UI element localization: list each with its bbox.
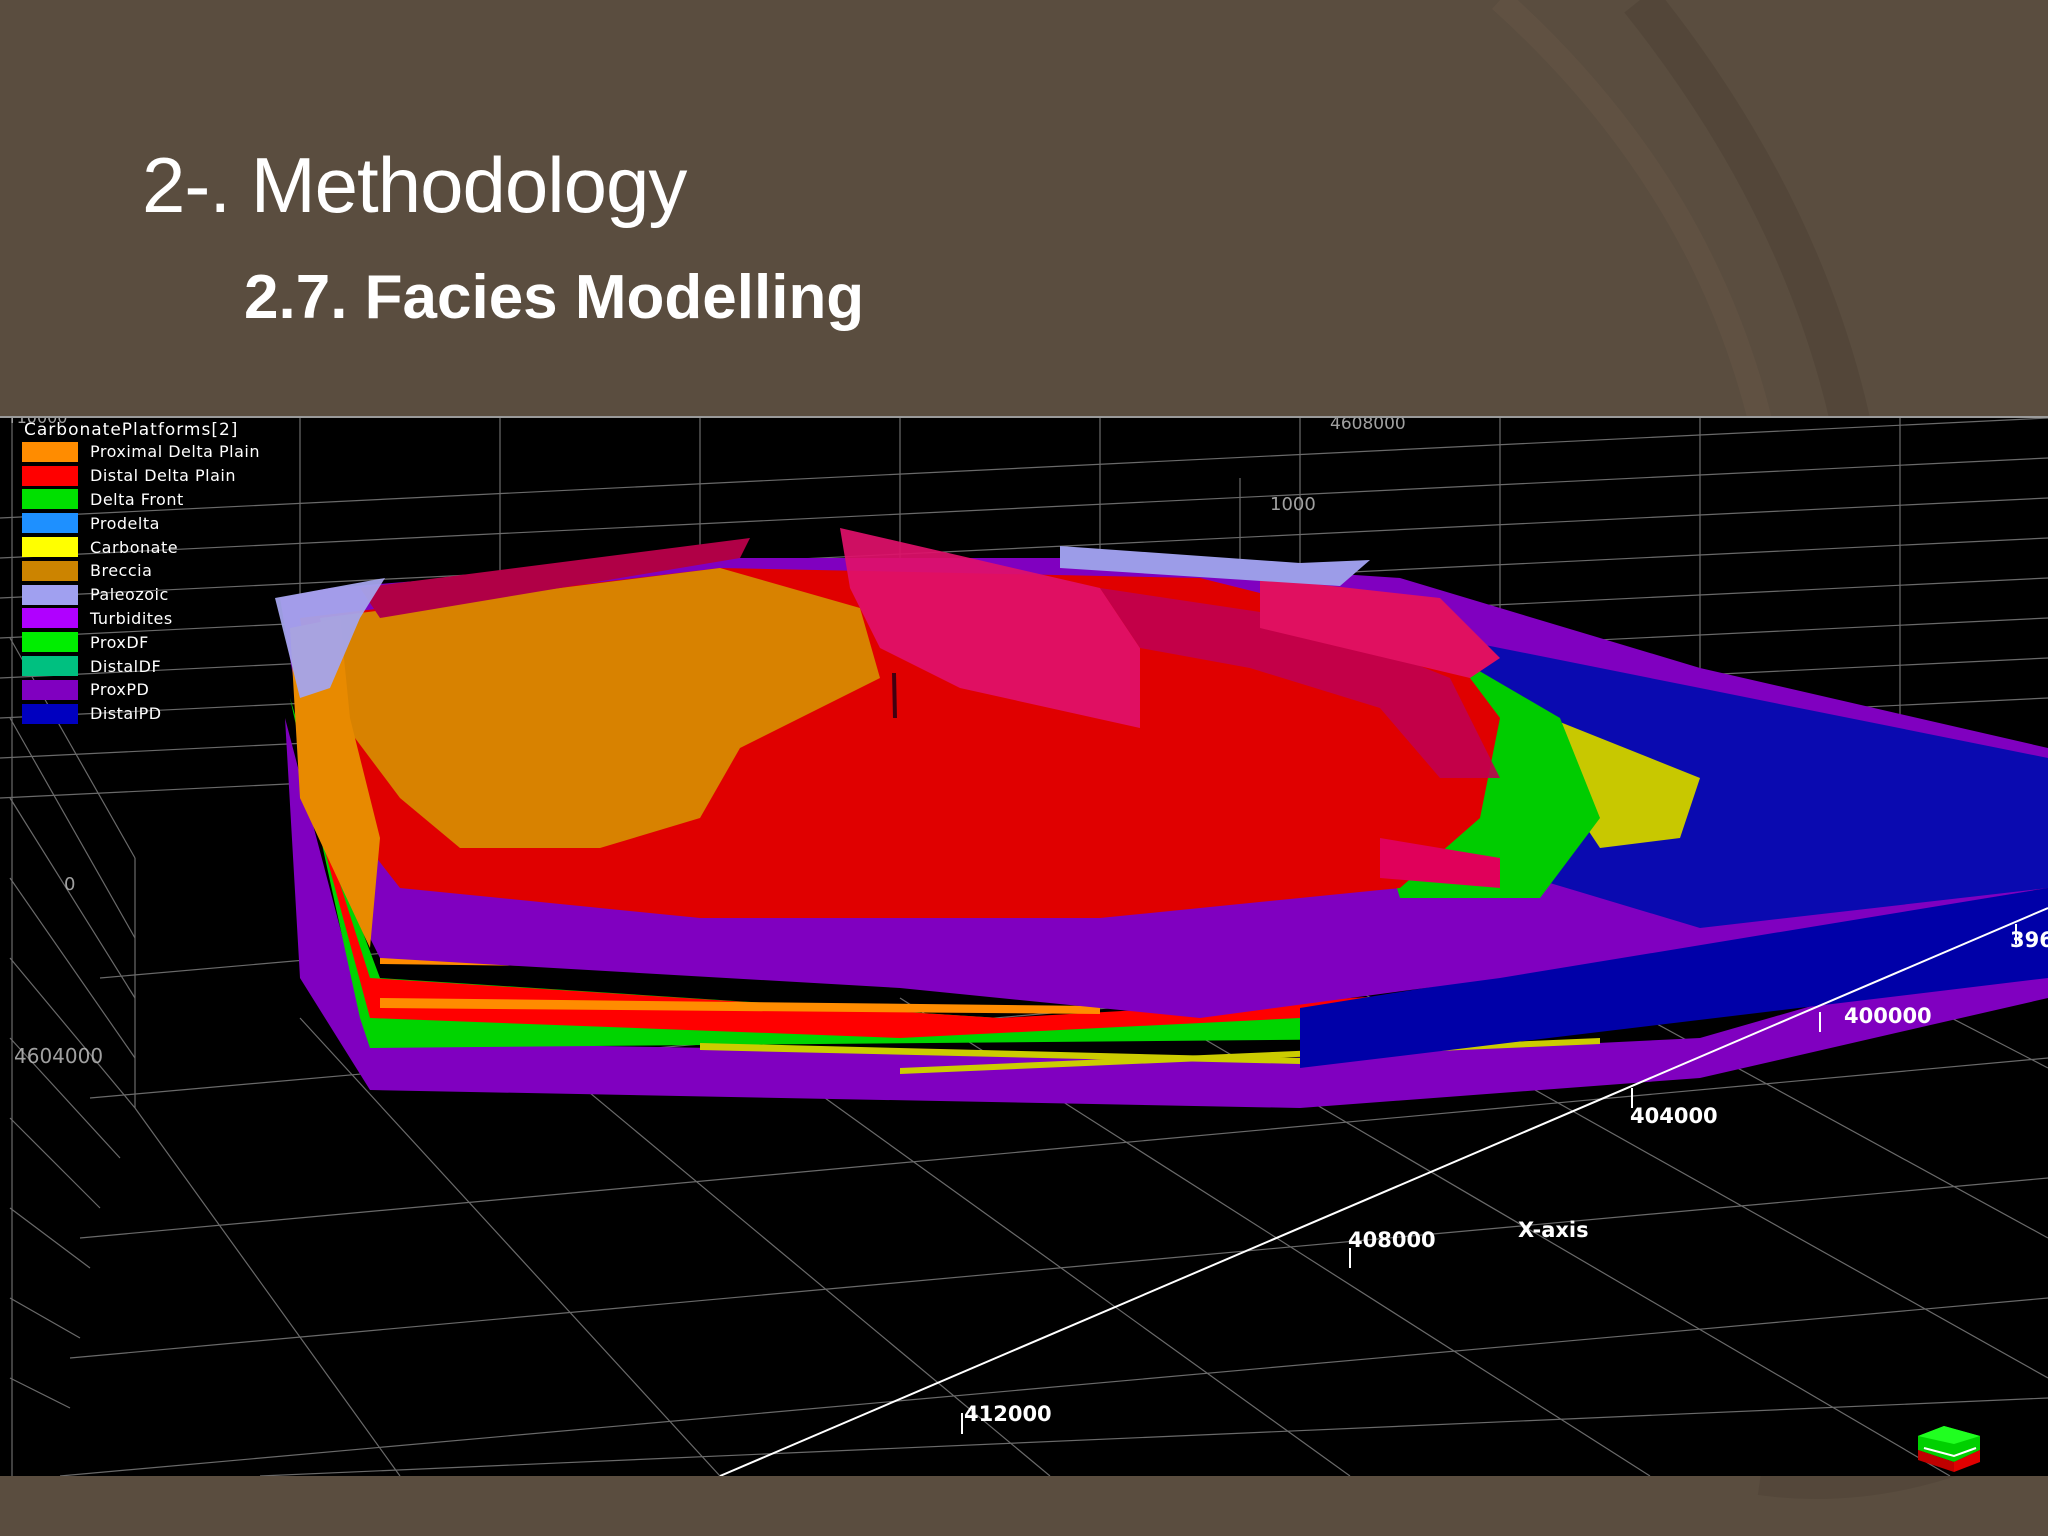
legend-label: Turbidites: [90, 608, 173, 628]
legend-label: ProxPD: [90, 680, 150, 700]
legend-label: Proximal Delta Plain: [90, 442, 260, 462]
legend-item: ProxPD: [22, 678, 260, 702]
legend-label: Paleozoic: [90, 585, 169, 605]
x-axis-title: X-axis: [1518, 1218, 1589, 1242]
legend-swatch: [22, 560, 78, 581]
legend-item: Turbidites: [22, 607, 260, 631]
legend-label: Breccia: [90, 561, 153, 581]
slide-subtitle: 2.7. Facies Modelling: [244, 263, 865, 332]
x-tick-400000: 400000: [1844, 1004, 1932, 1028]
legend-item: DistalPD: [22, 702, 260, 726]
x-tick-396: 396: [2010, 928, 2048, 952]
z-tick-label: 1000: [1270, 494, 1316, 515]
legend-swatch: [22, 608, 78, 629]
legend-item: ProxDF: [22, 630, 260, 654]
legend-label: ProxDF: [90, 632, 149, 652]
legend-item: Delta Front: [22, 488, 260, 512]
legend-label: DistalDF: [90, 656, 162, 676]
legend-swatch: [22, 656, 78, 677]
legend-label: Prodelta: [90, 513, 160, 533]
legend-swatch: [22, 703, 78, 724]
x-tick-408000: 408000: [1348, 1228, 1436, 1252]
top-left-label: r10000: [10, 416, 68, 427]
legend-label: DistalPD: [90, 704, 162, 724]
legend-swatch: [22, 679, 78, 700]
legend-swatch: [22, 489, 78, 510]
legend-swatch: [22, 537, 78, 558]
y-tick-label: 4604000: [14, 1044, 104, 1068]
x-tick-404000: 404000: [1630, 1104, 1718, 1128]
facies-3d-viewer[interactable]: CarbonatePlatforms[2] Proximal Delta Pla…: [0, 416, 2048, 1476]
legend-swatch: [22, 465, 78, 486]
legend-item: Carbonate: [22, 535, 260, 559]
legend-swatch: [22, 441, 78, 462]
orientation-cube-icon[interactable]: [1914, 1422, 1986, 1474]
x-tick-412000: 412000: [964, 1402, 1052, 1426]
top-axis-label: 4608000: [1330, 416, 1406, 434]
legend-item: Distal Delta Plain: [22, 464, 260, 488]
facies-3d-scene[interactable]: [0, 418, 2048, 1476]
legend-label: Carbonate: [90, 537, 179, 557]
slide-title: 2-. Methodology: [142, 141, 687, 229]
legend-items: Proximal Delta Plain Distal Delta Plain De…: [22, 440, 260, 726]
facies-legend: CarbonatePlatforms[2] Proximal Delta Pla…: [22, 418, 260, 726]
legend-label: Delta Front: [90, 489, 184, 509]
legend-swatch: [22, 513, 78, 534]
legend-item: Proximal Delta Plain: [22, 440, 260, 464]
legend-item: Paleozoic: [22, 583, 260, 607]
legend-item: Prodelta: [22, 511, 260, 535]
legend-swatch: [22, 632, 78, 653]
legend-item: Breccia: [22, 559, 260, 583]
legend-item: DistalDF: [22, 654, 260, 678]
legend-swatch: [22, 584, 78, 605]
legend-label: Distal Delta Plain: [90, 466, 236, 486]
zero-label: 0: [64, 874, 76, 895]
